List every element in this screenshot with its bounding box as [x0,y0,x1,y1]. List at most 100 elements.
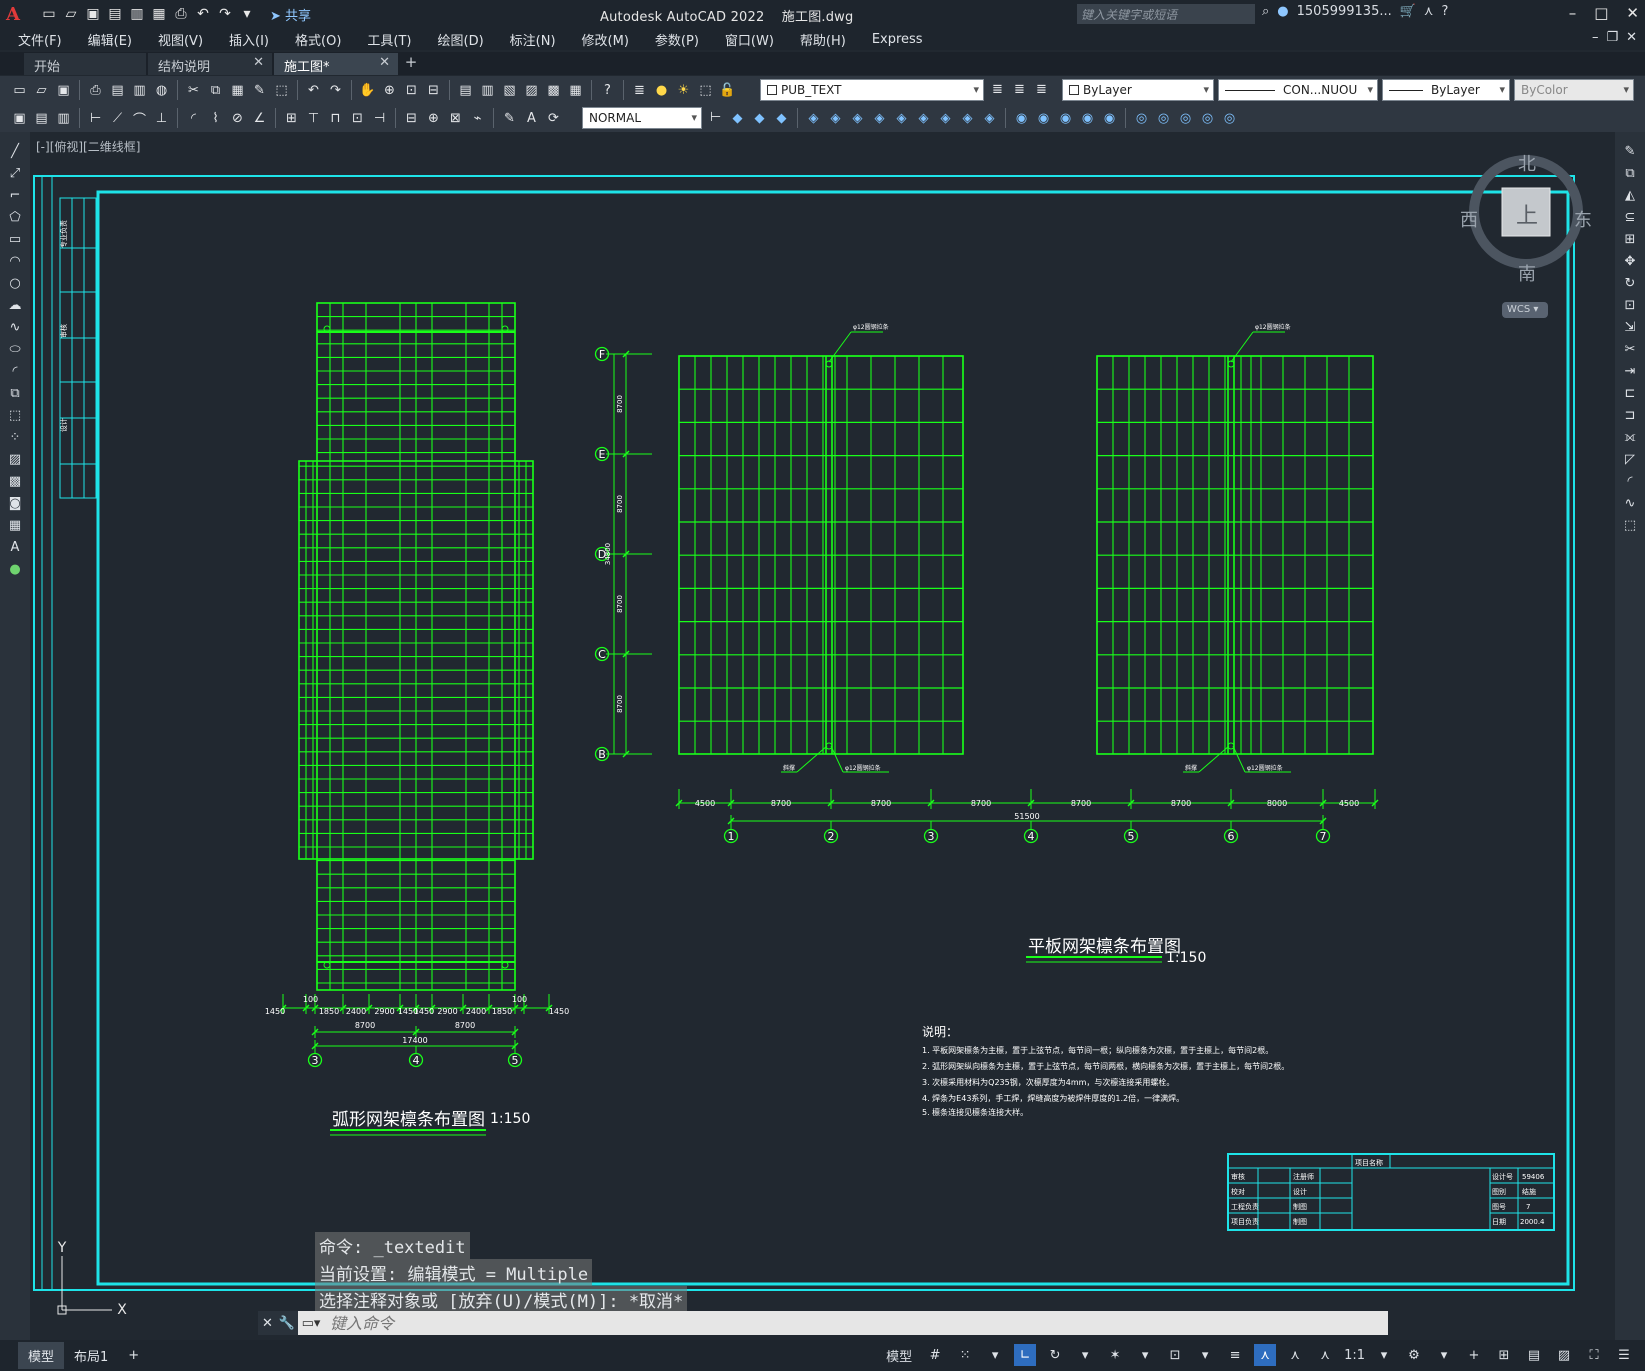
workspace-menu-icon[interactable]: ▾ [1433,1344,1455,1366]
ortho-icon[interactable]: ∟ [1014,1344,1037,1366]
fillet-icon[interactable]: ◜ [1620,472,1640,491]
annotation-visibility-icon[interactable]: ⋏ [1254,1344,1277,1366]
arc-length-icon[interactable]: ⌒ [130,109,149,128]
blend-curves-icon[interactable]: ∿ [1620,494,1640,513]
dim-edit-icon[interactable]: ✎ [500,109,519,128]
jogged-linear-icon[interactable]: ⌁ [468,109,487,128]
slice-icon[interactable]: ◈ [914,109,933,128]
menu-draw[interactable]: 绘图(D) [438,30,484,49]
align-3d-icon[interactable]: ◈ [848,109,867,128]
layer-previous-icon[interactable]: ≣ [1010,80,1029,99]
close-tab-icon[interactable]: ✕ [379,55,390,70]
dim-break-icon[interactable]: ⊣ [370,109,389,128]
menu-dimension[interactable]: 标注(N) [510,30,556,49]
point-icon[interactable]: ⁘ [5,428,25,447]
quick-dim-icon[interactable]: ⊞ [282,109,301,128]
layer-on-icon[interactable]: ● [652,81,671,100]
open-icon[interactable]: ▱ [32,81,51,100]
menu-edit[interactable]: 编辑(E) [88,30,132,49]
make-current-layer-icon[interactable]: ≣ [988,80,1007,99]
plotstyle-dropdown[interactable]: ByColor [1514,79,1634,101]
stretch-icon[interactable]: ⇲ [1620,318,1640,337]
aligned-dim-icon[interactable]: ⟋ [108,109,127,128]
baseline-dim-icon[interactable]: ⊤ [304,109,323,128]
search-icon[interactable]: ⌕ [1262,4,1269,19]
gradient-icon[interactable]: ▩ [5,472,25,491]
union-icon[interactable]: ◉ [1012,109,1031,128]
undo-icon[interactable]: ↶ [304,81,323,100]
quick-properties-icon[interactable]: ▤ [1523,1344,1545,1366]
dim-text-edit-icon[interactable]: A [522,109,541,128]
viewcube-north[interactable]: 北 [1518,150,1536,176]
thicken-icon[interactable]: ◈ [980,109,999,128]
menu-format[interactable]: 格式(O) [295,30,341,49]
check-icon[interactable]: ◎ [1198,109,1217,128]
line-icon[interactable]: ╱ [5,142,25,161]
solid-cone-icon[interactable]: ◆ [772,109,791,128]
tab-construction-drawing[interactable]: 施工图* ✕ [274,53,398,75]
mirror-3d-icon[interactable]: ◈ [870,109,889,128]
lineweight-dropdown[interactable]: ByLayer [1382,79,1510,101]
move-icon[interactable]: ✥ [1620,252,1640,271]
object-snap-icon[interactable]: ⊡ [1164,1344,1186,1366]
maximize-icon[interactable]: □ [1594,4,1608,22]
dim-update-icon[interactable]: ⟳ [544,109,563,128]
inspect-icon[interactable]: ⊠ [446,109,465,128]
match-properties-icon[interactable]: ✎ [250,81,269,100]
polyline-icon[interactable]: ⌐ [5,186,25,205]
tool-palettes-icon[interactable]: ▧ [500,81,519,100]
customization-menu-icon[interactable]: ☰ [1613,1344,1635,1366]
menu-help[interactable]: 帮助(H) [800,30,846,49]
jogged-dim-icon[interactable]: ⌇ [206,109,225,128]
ellipse-arc-icon[interactable]: ◜ [5,362,25,381]
new-file-icon[interactable]: ▭ [40,6,58,22]
rotate-3d-icon[interactable]: ◈ [826,109,845,128]
menu-parametric[interactable]: 参数(P) [655,30,699,49]
interfere-icon[interactable]: ◈ [936,109,955,128]
auto-scale-icon[interactable]: ⋏ [1284,1344,1306,1366]
sheet-set-icon[interactable]: ▨ [522,81,541,100]
close-tab-icon[interactable]: ✕ [253,55,264,70]
explode-icon[interactable]: ⬚ [1620,516,1640,535]
publish-icon[interactable]: ▥ [130,81,149,100]
intersect-icon[interactable]: ◉ [1056,109,1075,128]
layer-state-icon[interactable]: ≣ [1032,80,1051,99]
scale-icon[interactable]: ⊡ [1620,296,1640,315]
menu-insert[interactable]: 插入(I) [229,30,269,49]
command-input[interactable] [324,1313,1388,1333]
snap-menu-icon[interactable]: ▾ [984,1344,1006,1366]
viewport-controls[interactable]: [-][俯视][二维线框] [36,138,140,155]
offset-icon[interactable]: ⊆ [1620,208,1640,227]
dim-space-icon[interactable]: ⊡ [348,109,367,128]
solid-box-icon[interactable]: ◆ [728,109,747,128]
radius-dim-icon[interactable]: ◜ [184,109,203,128]
erase-icon[interactable]: ✎ [1620,142,1640,161]
add-selected-icon[interactable]: ● [5,560,25,579]
make-block-icon[interactable]: ⬚ [5,406,25,425]
menu-tools[interactable]: 工具(T) [367,30,411,49]
help-icon[interactable]: ? [1441,4,1448,19]
viewcube-west[interactable]: 西 [1460,206,1478,232]
trim-icon[interactable]: ✂ [1620,340,1640,359]
construction-line-icon[interactable]: ⤢ [5,164,25,183]
linetype-dropdown[interactable]: CON...NUOU [1218,79,1378,101]
3d-dwf-icon[interactable]: ◍ [152,81,171,100]
customize-qat-icon[interactable]: ▾ [238,6,256,22]
plot-icon[interactable]: ⎙ [86,81,105,100]
break-at-point-icon[interactable]: ⊏ [1620,384,1640,403]
subtract-icon[interactable]: ◉ [1034,109,1053,128]
osnap-menu-icon[interactable]: ▾ [1194,1344,1216,1366]
save-icon[interactable]: ▣ [54,81,73,100]
paste-icon[interactable]: ▦ [228,81,247,100]
tolerance-icon[interactable]: ⊟ [402,109,421,128]
move-3d-icon[interactable]: ◈ [804,109,823,128]
zoom-previous-icon[interactable]: ⊟ [424,81,443,100]
solid-cylinder-icon[interactable]: ◆ [750,109,769,128]
open-file-icon[interactable]: ▱ [62,6,80,22]
viewcube[interactable]: 北 南 东 西 上 [1460,150,1596,300]
hatch-icon[interactable]: ▨ [5,450,25,469]
units-icon[interactable]: ⊞ [1493,1344,1515,1366]
insert-icon[interactable]: ▤ [32,109,51,128]
clean-screen-icon[interactable]: ⛶ [1583,1344,1605,1366]
scale-menu-icon[interactable]: ▾ [1373,1344,1395,1366]
